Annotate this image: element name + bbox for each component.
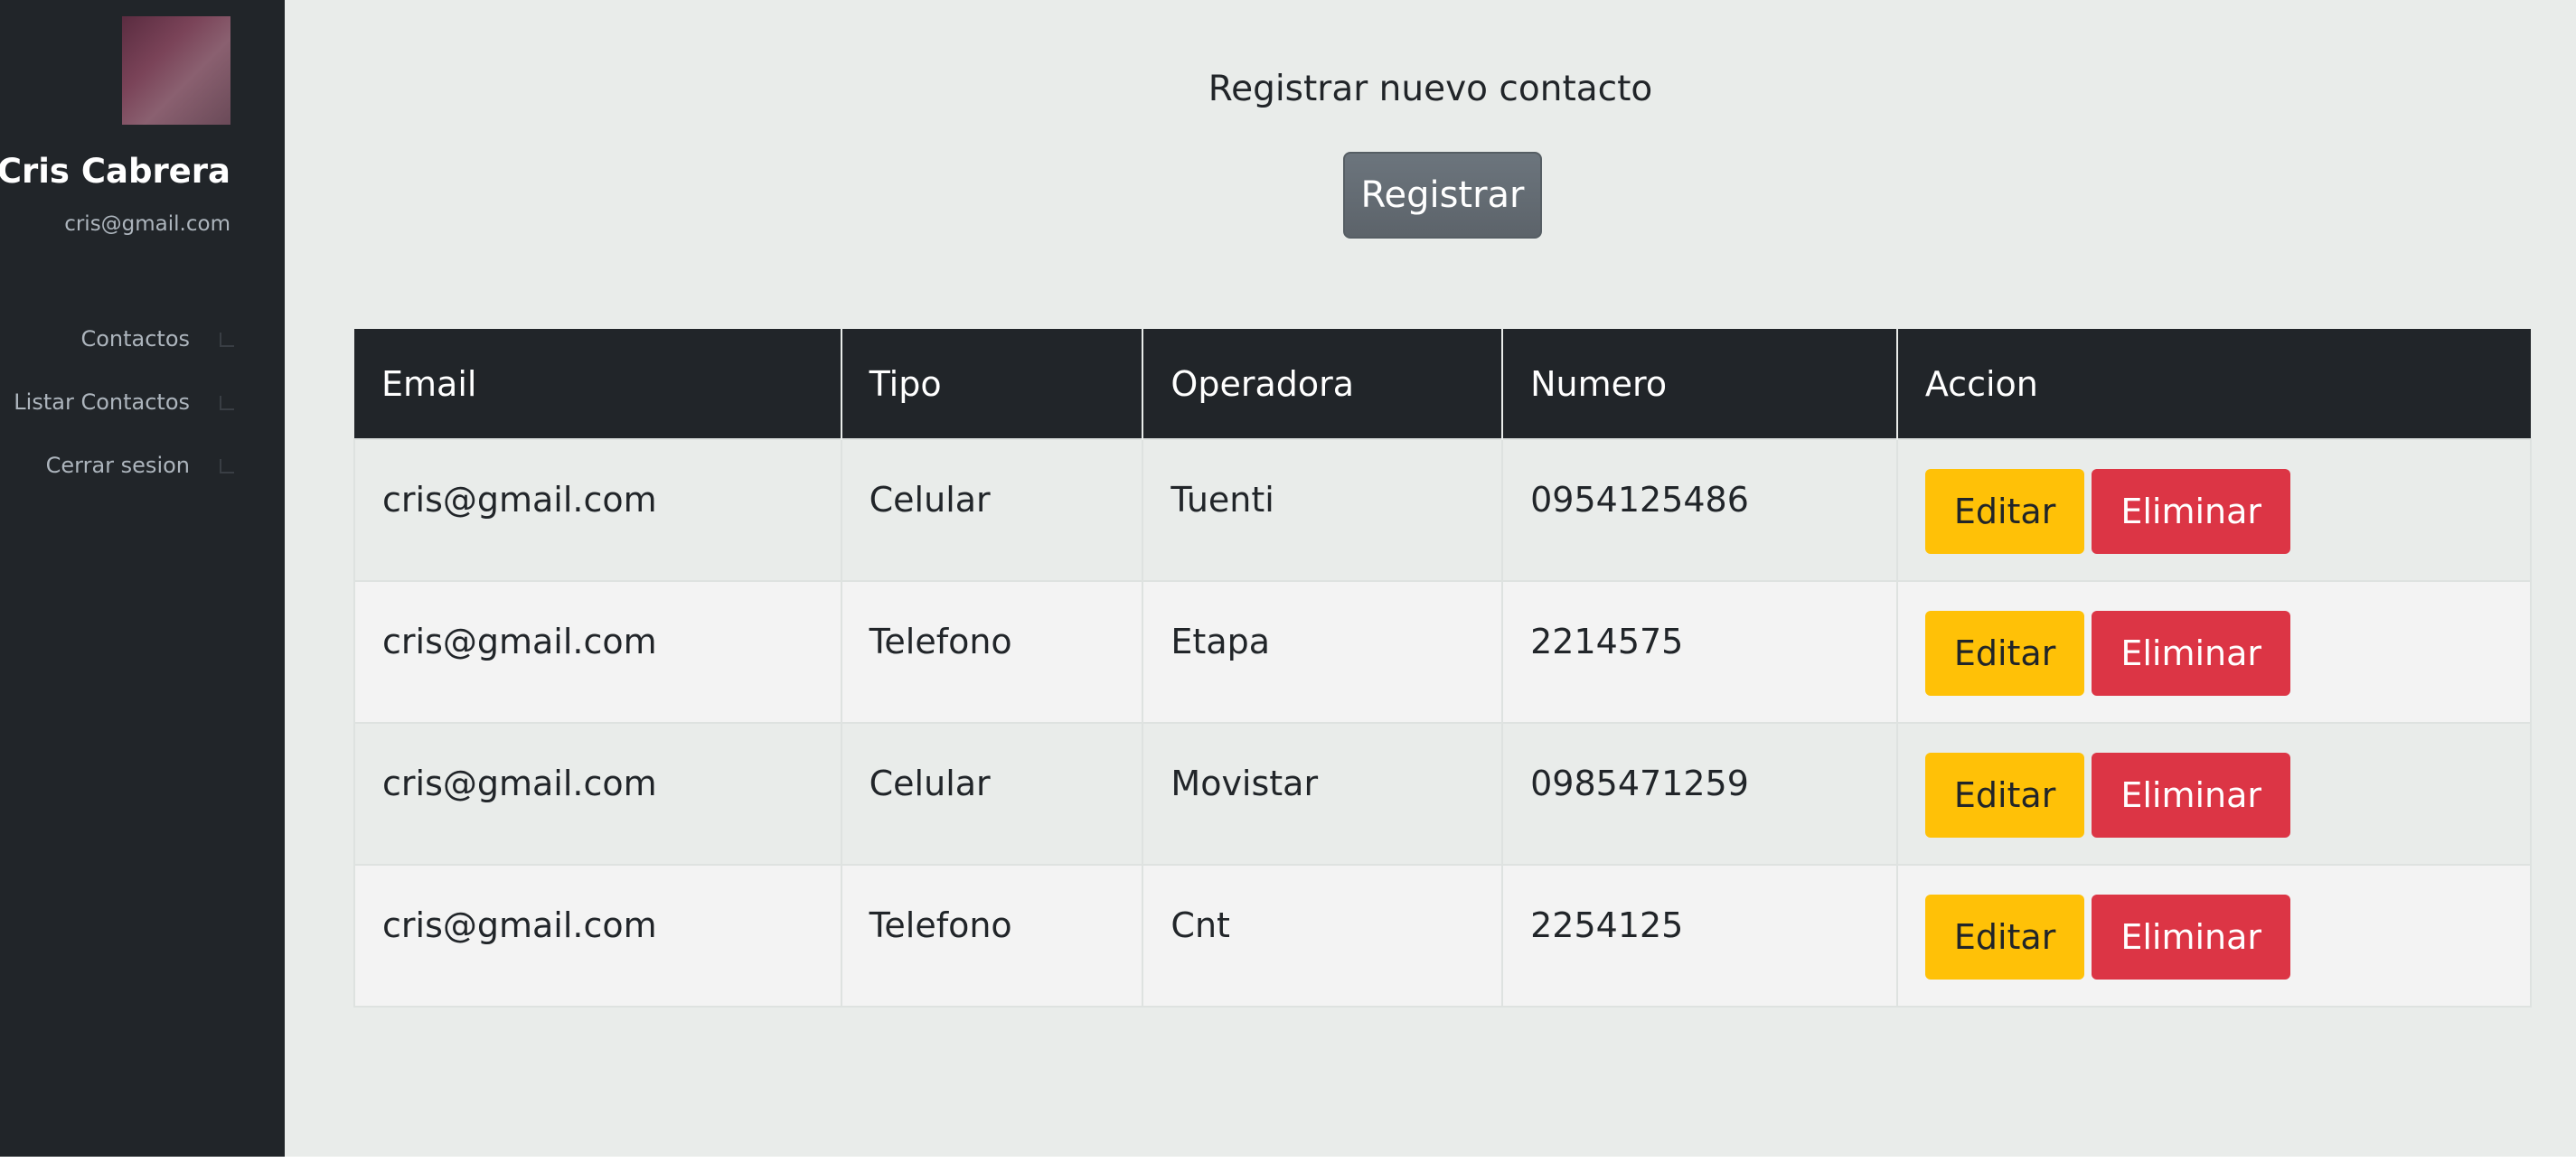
sidebar-item-label: Cerrar sesion [45, 453, 190, 478]
cell-tipo: Celular [840, 722, 1144, 866]
cell-numero: 2214575 [1501, 580, 1898, 724]
sidebar-item-listar-contactos[interactable]: Listar Contactos [0, 370, 285, 434]
sidebar-item-cerrar-sesion[interactable]: Cerrar sesion [0, 434, 285, 497]
table-row: cris@gmail.com Telefono Etapa 2214575 Ed… [353, 580, 2533, 724]
cell-operadora: Movistar [1142, 722, 1504, 866]
avatar [122, 16, 230, 125]
sidebar-item-label: Listar Contactos [14, 389, 190, 415]
table-header-row: Email Tipo Operadora Numero Accion [354, 329, 2531, 439]
cell-email: cris@gmail.com [353, 580, 842, 724]
cell-operadora: Etapa [1142, 580, 1504, 724]
cell-tipo: Celular [840, 438, 1144, 582]
cell-email: cris@gmail.com [353, 722, 842, 866]
cell-tipo: Telefono [840, 580, 1144, 724]
table-row: cris@gmail.com Celular Movistar 09854712… [353, 722, 2533, 866]
sidebar-nav: Contactos Listar Contactos Cerrar sesion [0, 307, 285, 497]
app-container: Cris Cabrera cris@gmail.com Contactos Li… [0, 0, 2576, 1172]
cell-actions: Editar Eliminar [1895, 580, 2533, 724]
cell-actions: Editar Eliminar [1895, 722, 2533, 866]
edit-button[interactable]: Editar [1924, 753, 2085, 838]
contacts-table: Email Tipo Operadora Numero Accion cris@… [353, 329, 2533, 1008]
sidebar-item-contactos[interactable]: Contactos [0, 307, 285, 370]
cell-email: cris@gmail.com [353, 864, 842, 1008]
cell-numero: 0954125486 [1501, 438, 1898, 582]
register-button[interactable]: Registrar [1343, 152, 1542, 239]
sidebar-item-label: Contactos [80, 326, 190, 352]
delete-button[interactable]: Eliminar [2092, 753, 2291, 838]
table-row: cris@gmail.com Telefono Cnt 2254125 Edit… [353, 864, 2533, 1008]
cell-operadora: Tuenti [1142, 438, 1504, 582]
arrow-icon [220, 459, 234, 473]
delete-button[interactable]: Eliminar [2092, 611, 2291, 696]
delete-button[interactable]: Eliminar [2092, 895, 2291, 980]
user-name: Cris Cabrera [0, 152, 230, 191]
cell-operadora: Cnt [1142, 864, 1504, 1008]
cell-email: cris@gmail.com [353, 438, 842, 582]
main-content: Registrar nuevo contacto Registrar Email… [285, 0, 2576, 1157]
edit-button[interactable]: Editar [1924, 611, 2085, 696]
arrow-icon [220, 396, 234, 410]
cell-tipo: Telefono [840, 864, 1144, 1008]
column-header-numero: Numero [1502, 329, 1898, 439]
delete-button[interactable]: Eliminar [2092, 469, 2291, 554]
column-header-operadora: Operadora [1142, 329, 1504, 439]
bottom-strip [0, 1157, 2576, 1172]
cell-actions: Editar Eliminar [1895, 438, 2533, 582]
edit-button[interactable]: Editar [1924, 469, 2085, 554]
cell-numero: 0985471259 [1501, 722, 1898, 866]
register-title: Registrar nuevo contacto [1208, 69, 1653, 109]
cell-actions: Editar Eliminar [1895, 864, 2533, 1008]
column-header-accion: Accion [1896, 329, 2531, 439]
column-header-tipo: Tipo [841, 329, 1144, 439]
sidebar: Cris Cabrera cris@gmail.com Contactos Li… [0, 0, 285, 1172]
column-header-email: Email [354, 329, 842, 439]
user-email: cris@gmail.com [64, 212, 230, 236]
arrow-icon [220, 333, 234, 347]
table-row: cris@gmail.com Celular Tuenti 0954125486… [353, 438, 2533, 582]
edit-button[interactable]: Editar [1924, 895, 2085, 980]
cell-numero: 2254125 [1501, 864, 1898, 1008]
